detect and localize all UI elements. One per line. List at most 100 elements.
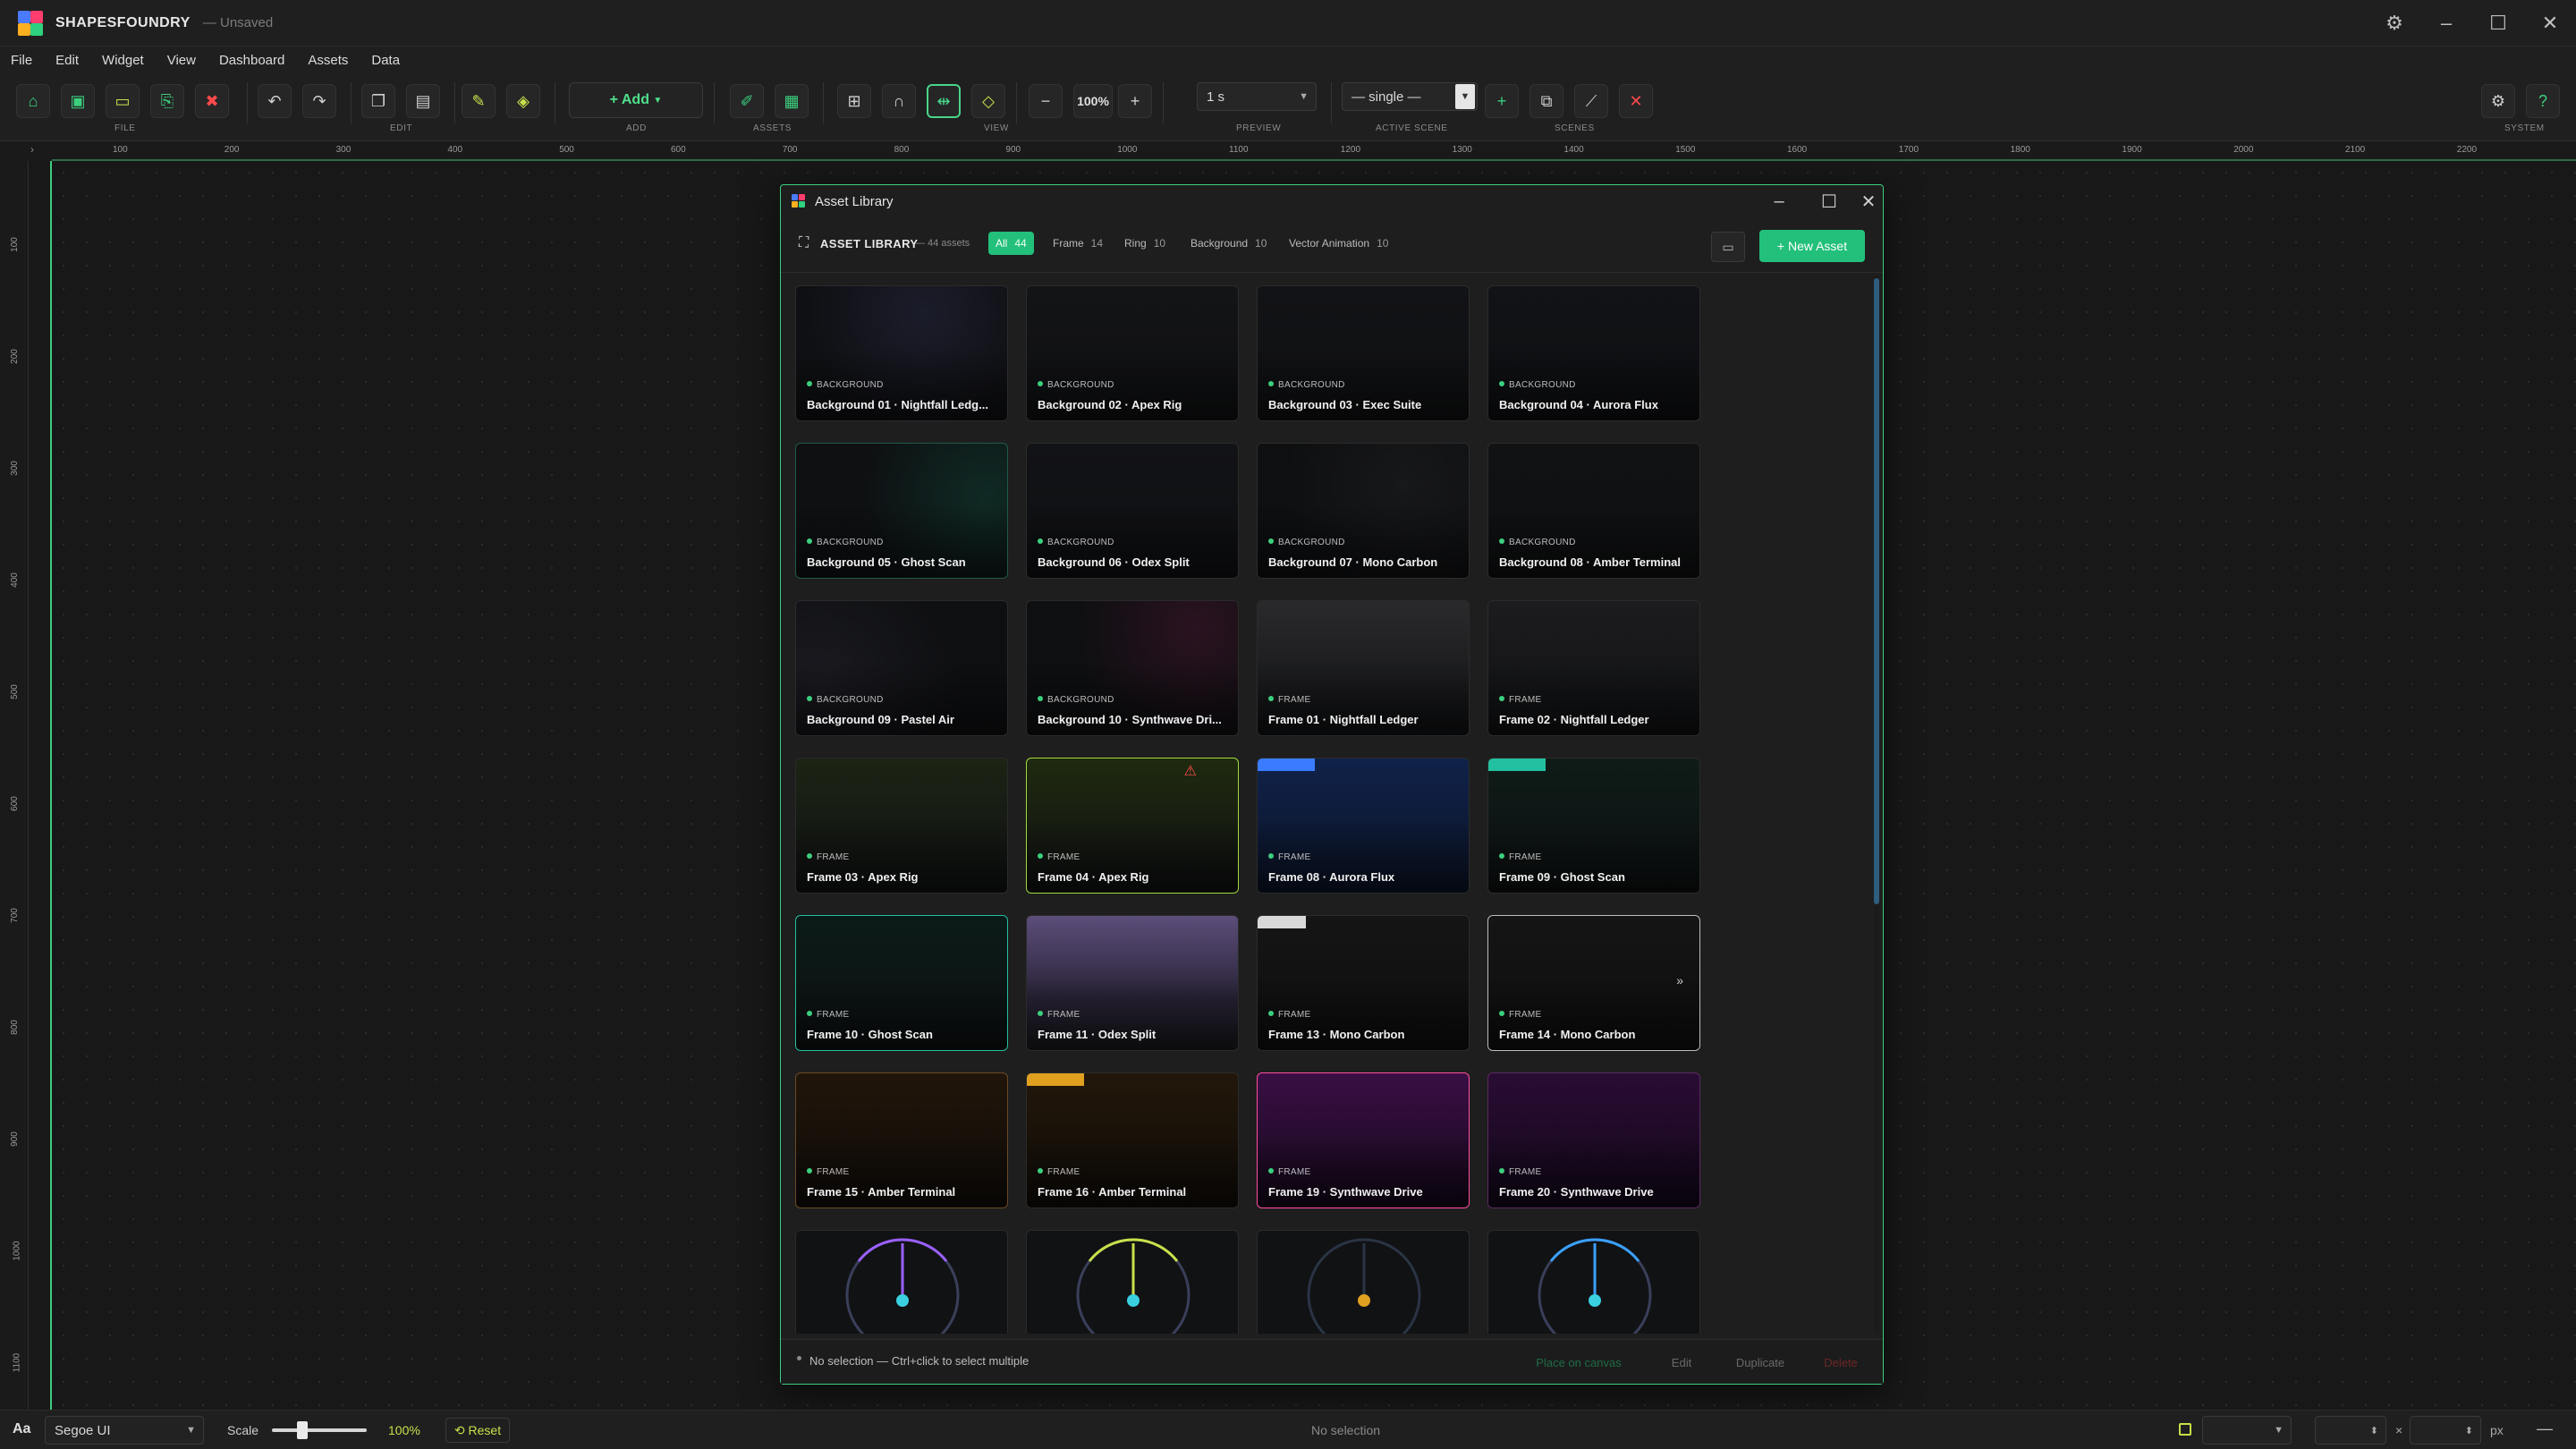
place-on-canvas-button[interactable]: Place on canvas bbox=[1525, 1349, 1632, 1376]
new-asset-button[interactable]: + New Asset bbox=[1759, 230, 1865, 262]
asset-name: Frame 20 · Synthwave Drive bbox=[1499, 1185, 1654, 1199]
fit-view-icon[interactable]: ⇹ bbox=[927, 84, 961, 118]
asset-category: FRAME bbox=[1038, 1010, 1080, 1020]
duplicate-scene-icon[interactable]: ⧉ bbox=[1530, 84, 1563, 118]
asset-grid-icon[interactable]: ▦ bbox=[775, 84, 809, 118]
asset-card[interactable]: FRAME Frame 16 · Amber Terminal bbox=[1026, 1072, 1239, 1208]
preview-duration-select[interactable]: 1 s ▼ bbox=[1197, 82, 1317, 111]
filter-vector-animation[interactable]: Vector Animation 10 bbox=[1282, 232, 1395, 255]
asset-card[interactable]: FRAME Frame 10 · Ghost Scan bbox=[795, 915, 1008, 1051]
menu-dashboard[interactable]: Dashboard bbox=[219, 53, 284, 68]
fill-bucket-icon[interactable]: ◈ bbox=[506, 84, 540, 118]
rename-scene-icon[interactable]: ⟋ bbox=[1574, 84, 1608, 118]
asset-card[interactable]: BACKGROUND Background 02 · Apex Rig bbox=[1026, 285, 1239, 421]
close-file-icon[interactable]: ✖ bbox=[195, 84, 229, 118]
asset-card[interactable] bbox=[1487, 1230, 1700, 1334]
asset-card[interactable]: BACKGROUND Background 05 · Ghost Scan bbox=[795, 443, 1008, 579]
asset-card[interactable]: BACKGROUND Background 10 · Synthwave Dri.… bbox=[1026, 600, 1239, 736]
maximize-button[interactable]: ☐ bbox=[2472, 0, 2524, 47]
undo-icon[interactable]: ↶ bbox=[258, 84, 292, 118]
asset-card[interactable]: FRAME Frame 03 · Apex Rig bbox=[795, 758, 1008, 894]
asset-card[interactable]: FRAME Frame 02 · Nightfall Ledger bbox=[1487, 600, 1700, 736]
asset-card[interactable]: FRAME Frame 19 · Synthwave Drive bbox=[1257, 1072, 1470, 1208]
asset-card[interactable]: FRAME Frame 11 · Odex Split bbox=[1026, 915, 1239, 1051]
redo-icon[interactable]: ↷ bbox=[302, 84, 336, 118]
dialog-maximize-button[interactable]: ☐ bbox=[1802, 185, 1856, 217]
canvas-left-edge bbox=[50, 161, 52, 1410]
scrollbar-thumb[interactable] bbox=[1874, 278, 1879, 904]
preset-select[interactable]: ▼ bbox=[2202, 1416, 2292, 1445]
theme-gear-icon[interactable]: ⚙ bbox=[2368, 0, 2420, 47]
zoom-level[interactable]: 100% bbox=[1073, 84, 1113, 118]
add-scene-icon[interactable]: + bbox=[1485, 84, 1519, 118]
menu-data[interactable]: Data bbox=[371, 53, 400, 68]
dialog-close-button[interactable]: ✕ bbox=[1852, 185, 1885, 217]
asset-card[interactable]: FRAME Frame 01 · Nightfall Ledger bbox=[1257, 600, 1470, 736]
reset-scale-button[interactable]: ⟲ Reset bbox=[445, 1418, 510, 1443]
menu-assets[interactable]: Assets bbox=[308, 53, 348, 68]
asset-card[interactable]: BACKGROUND Background 07 · Mono Carbon bbox=[1257, 443, 1470, 579]
asset-card[interactable]: BACKGROUND Background 08 · Amber Terminal bbox=[1487, 443, 1700, 579]
width-input[interactable]: ⬍ bbox=[2315, 1416, 2386, 1445]
minimize-button[interactable]: – bbox=[2420, 0, 2472, 47]
asset-name: Background 05 · Ghost Scan bbox=[807, 555, 966, 569]
bounds-toggle-icon[interactable] bbox=[2179, 1423, 2191, 1436]
scale-slider[interactable] bbox=[272, 1428, 367, 1432]
menu-view[interactable]: View bbox=[167, 53, 196, 68]
asset-card[interactable]: FRAME Frame 08 · Aurora Flux bbox=[1257, 758, 1470, 894]
delete-button[interactable]: Delete bbox=[1809, 1349, 1872, 1376]
asset-card[interactable]: BACKGROUND Background 09 · Pastel Air bbox=[795, 600, 1008, 736]
height-input[interactable]: ⬍ bbox=[2410, 1416, 2481, 1445]
edit-asset-icon[interactable]: ✐ bbox=[730, 84, 764, 118]
asset-card[interactable]: BACKGROUND Background 03 · Exec Suite bbox=[1257, 285, 1470, 421]
open-folder-icon[interactable]: ▭ bbox=[106, 84, 140, 118]
layers-icon[interactable]: ◇ bbox=[971, 84, 1005, 118]
filter-frame[interactable]: Frame 14 bbox=[1046, 232, 1110, 255]
asset-card[interactable]: BACKGROUND Background 04 · Aurora Flux bbox=[1487, 285, 1700, 421]
home-icon[interactable]: ⌂ bbox=[16, 84, 50, 118]
asset-card[interactable]: FRAME Frame 09 · Ghost Scan bbox=[1487, 758, 1700, 894]
grid-toggle-icon[interactable]: ⊞ bbox=[837, 84, 871, 118]
active-scene-select[interactable]: — single — ▼ bbox=[1342, 82, 1478, 111]
asset-card[interactable]: FRAME Frame 13 · Mono Carbon bbox=[1257, 915, 1470, 1051]
copy-icon[interactable]: ❐ bbox=[361, 84, 395, 118]
edit-button[interactable]: Edit bbox=[1659, 1349, 1704, 1376]
asset-card[interactable]: FRAME Frame 15 · Amber Terminal bbox=[795, 1072, 1008, 1208]
asset-card[interactable] bbox=[1026, 1230, 1239, 1334]
add-widget-button[interactable]: + Add ▼ bbox=[569, 82, 703, 118]
group-label-view: VIEW bbox=[984, 123, 1009, 133]
asset-card[interactable]: BACKGROUND Background 06 · Odex Split bbox=[1026, 443, 1239, 579]
export-icon[interactable]: ⎘ bbox=[150, 84, 184, 118]
font-family-select[interactable]: Segoe UI ▼ bbox=[45, 1416, 204, 1445]
asset-name: Background 02 · Apex Rig bbox=[1038, 398, 1182, 411]
duplicate-button[interactable]: Duplicate bbox=[1720, 1349, 1801, 1376]
filter-background[interactable]: Background 10 bbox=[1183, 232, 1274, 255]
menu-widget[interactable]: Widget bbox=[102, 53, 144, 68]
asset-card[interactable] bbox=[795, 1230, 1008, 1334]
help-icon[interactable]: ? bbox=[2526, 84, 2560, 118]
close-button[interactable]: ✕ bbox=[2524, 0, 2576, 47]
filter-ring[interactable]: Ring 10 bbox=[1117, 232, 1173, 255]
settings-gear-icon[interactable]: ⚙ bbox=[2481, 84, 2515, 118]
zoom-in-icon[interactable]: + bbox=[1118, 84, 1152, 118]
asset-card[interactable]: » FRAME Frame 14 · Mono Carbon bbox=[1487, 915, 1700, 1051]
dialog-title-bar[interactable]: Asset Library – ☐ ✕ bbox=[781, 185, 1883, 217]
zoom-out-icon[interactable]: − bbox=[1029, 84, 1063, 118]
filter-all[interactable]: All 44 bbox=[988, 232, 1034, 255]
menu-edit[interactable]: Edit bbox=[55, 53, 79, 68]
scale-slider-thumb[interactable] bbox=[297, 1421, 308, 1439]
delete-scene-icon[interactable]: ✕ bbox=[1619, 84, 1653, 118]
asset-card[interactable]: FRAME Frame 20 · Synthwave Drive bbox=[1487, 1072, 1700, 1208]
dialog-minimize-button[interactable]: – bbox=[1752, 185, 1806, 217]
save-icon[interactable]: ▣ bbox=[61, 84, 95, 118]
gallery-view-button[interactable]: ▭ bbox=[1711, 232, 1745, 262]
asset-card[interactable]: ⚠ FRAME Frame 04 · Apex Rig bbox=[1026, 758, 1239, 894]
collapse-icon[interactable]: — bbox=[2537, 1419, 2553, 1438]
pencil-icon[interactable]: ✎ bbox=[462, 84, 496, 118]
snap-magnet-icon[interactable]: ∩ bbox=[882, 84, 916, 118]
menu-file[interactable]: File bbox=[11, 53, 32, 68]
asset-card[interactable]: BACKGROUND Background 01 · Nightfall Ledg… bbox=[795, 285, 1008, 421]
paste-icon[interactable]: ▤ bbox=[406, 84, 440, 118]
selection-status: No selection — Ctrl+click to select mult… bbox=[809, 1354, 1030, 1368]
asset-card[interactable] bbox=[1257, 1230, 1470, 1334]
